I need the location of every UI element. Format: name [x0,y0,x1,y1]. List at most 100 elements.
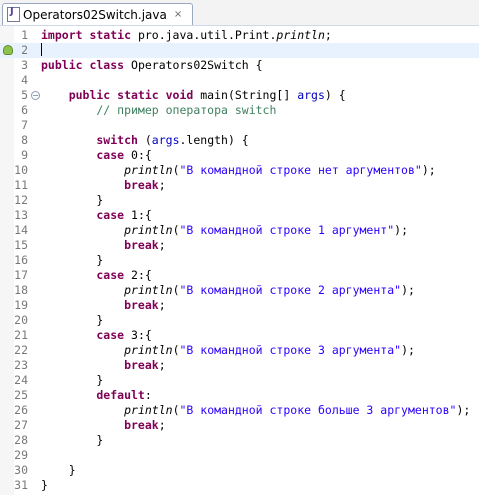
code-token: println [124,283,173,297]
code-line[interactable]: 23 break; [0,358,479,373]
line-number: 25 [14,388,28,402]
code-token: 0:{ [131,148,152,162]
code-line[interactable]: 21 case 3:{ [0,328,479,343]
line-number: 5 [21,88,28,102]
line-number: 21 [14,328,28,342]
code-token: ) { [324,88,346,102]
line-number: 2 [21,43,28,57]
code-line[interactable]: 4 [0,73,479,88]
keyword-token: break [41,178,159,192]
code-editor[interactable]: 1 import static pro.java.util.Print.print… [0,26,479,495]
code-line[interactable]: 31} [0,478,479,493]
code-line[interactable]: 27 break; [0,418,479,433]
code-token: } [41,253,104,267]
code-text: case 3:{ [41,328,152,343]
code-token: ( [172,343,180,357]
editor-tab[interactable]: Operators02Switch.java × [2,3,194,25]
java-file-icon [7,6,20,22]
code-text: println("В командной строке 3 аргумента"… [41,343,415,358]
code-token: ( [172,223,180,237]
code-text [41,43,42,58]
code-line[interactable]: 29 [0,448,479,463]
keyword-token: break [41,418,159,432]
code-line[interactable]: 8 switch (args.length) { [0,133,479,148]
keyword-token: break [41,238,159,252]
text-cursor [41,43,42,56]
code-token: ; [158,238,166,252]
code-token: } [41,433,104,447]
code-token: ; [158,358,166,372]
code-line[interactable]: 19 break; [0,298,479,313]
code-line[interactable]: 14 println("В командной строке 1 аргумен… [0,223,479,238]
keyword-token: break [41,298,159,312]
code-token: ( [172,163,180,177]
keyword-token: case [41,328,132,342]
code-text: case 1:{ [41,208,151,223]
code-token: println [276,28,325,42]
code-text: switch (args.length) { [41,133,248,148]
code-token: 2:{ [131,268,152,282]
code-line[interactable]: 16 } [0,253,479,268]
code-text: // пример оператора switch [41,103,276,118]
line-number: 1 [21,28,28,42]
code-line[interactable]: 3 public class Operators02Switch { [0,58,479,73]
code-line[interactable]: 13 case 1:{ [0,208,479,223]
code-line[interactable]: 22 println("В командной строке 3 аргумен… [0,343,479,358]
code-line[interactable]: 24 } [0,373,479,388]
code-line[interactable]: 9 case 0:{ [0,148,479,163]
code-token: ); [401,283,415,297]
line-number: 4 [21,73,28,87]
code-text: public class Operators02Switch { [41,58,263,73]
code-line[interactable]: 5− public static void main(String[] args… [0,88,479,103]
code-text: println("В командной строке 1 аргумент")… [41,223,408,238]
code-text: import static pro.java.util.Print.printl… [41,28,332,43]
code-line[interactable]: 17 case 2:{ [0,268,479,283]
code-text: public static void main(String[] args) { [41,88,346,103]
code-token: Operators02Switch { [131,58,263,72]
code-token: ; [158,178,166,192]
code-line[interactable]: 15 break; [0,238,479,253]
code-line[interactable]: 10 println("В командной строке нет аргум… [0,163,479,178]
code-line[interactable]: 12 } [0,193,479,208]
code-token: } [41,478,48,492]
code-token: ); [421,163,436,177]
code-text: } [41,433,103,448]
code-line[interactable]: 28 } [0,433,479,448]
code-line[interactable]: 11 break; [0,178,479,193]
code-token: ); [394,223,408,237]
line-number: 11 [14,178,28,192]
code-line[interactable]: 1 import static pro.java.util.Print.print… [0,28,479,43]
line-number: 13 [14,208,28,222]
code-line[interactable]: 2 [0,43,479,58]
code-token: 3:{ [131,328,152,342]
code-line[interactable]: 30 } [0,463,479,478]
code-text: println("В командной строке нет аргумент… [41,163,436,178]
code-line[interactable]: 7 [0,118,479,133]
code-text: } [41,193,103,208]
line-number: 27 [14,418,28,432]
fold-toggle-icon[interactable]: − [31,91,40,100]
editor-tab-bar: Operators02Switch.java × [0,0,479,26]
code-token: ( [172,283,180,297]
code-line[interactable]: 6 // пример оператора switch [0,103,479,118]
line-number: 22 [14,343,28,357]
line-number: 16 [14,253,28,267]
line-number: 10 [14,163,28,177]
code-token: } [41,313,104,327]
code-line[interactable]: 25 default: [0,388,479,403]
code-token: : [144,388,152,402]
code-line[interactable]: 20 } [0,313,479,328]
code-token: println [124,163,173,177]
code-token: ( [172,403,180,417]
close-tab-icon[interactable]: × [174,9,182,20]
line-number: 28 [14,433,28,447]
code-token: args [151,133,180,147]
string-token: "В командной строке 1 аргумент" [179,223,395,237]
code-text: default: [41,388,152,403]
line-number: 9 [21,148,28,162]
code-line[interactable]: 26 println("В командной строке больше 3 … [0,403,479,418]
code-line[interactable]: 18 println("В командной строке 2 аргумен… [0,283,479,298]
